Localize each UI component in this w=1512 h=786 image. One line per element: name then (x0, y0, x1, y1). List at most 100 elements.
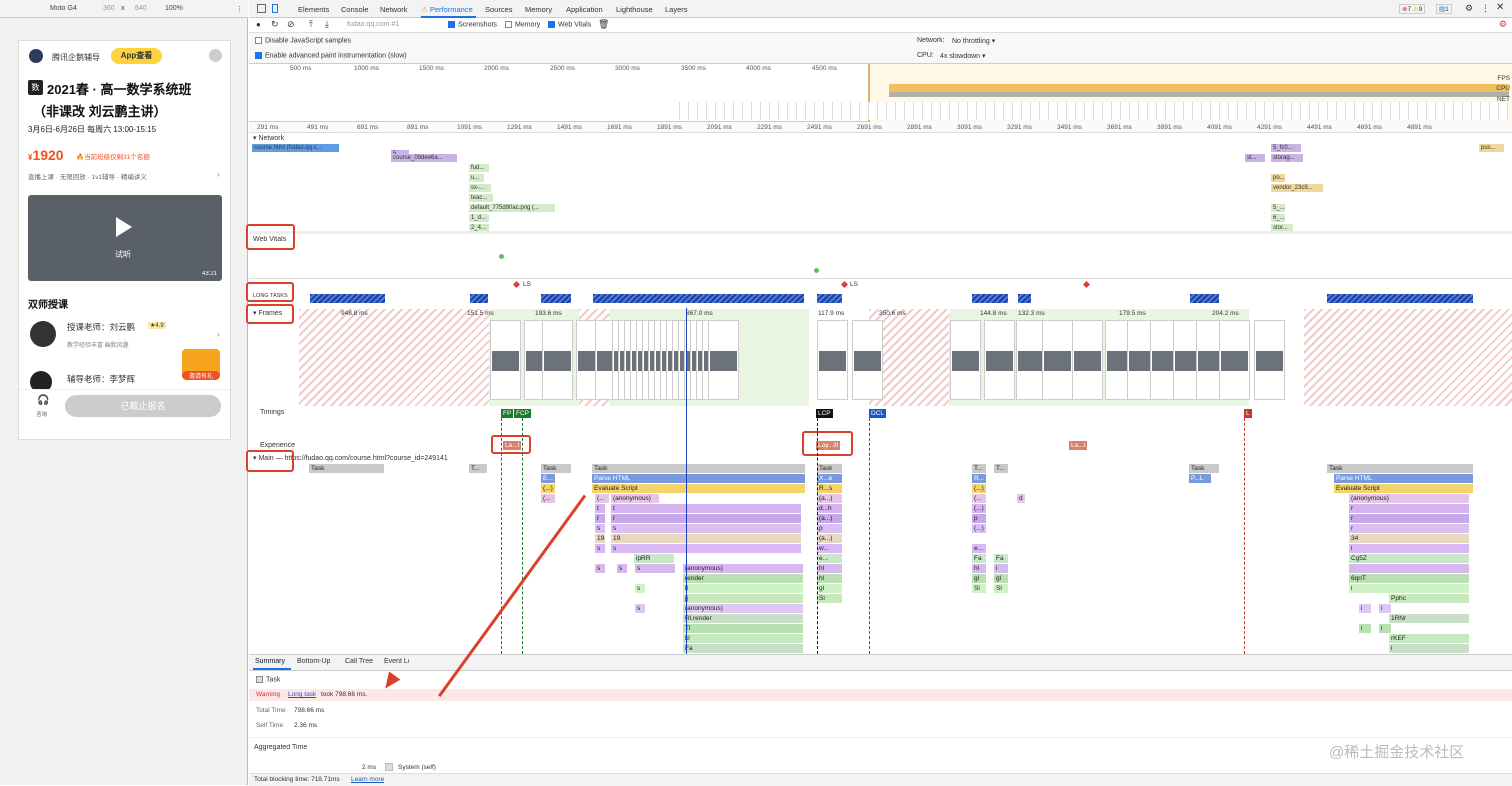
flame-entry[interactable]: Fa (994, 554, 1008, 563)
advanced-paint-checkbox[interactable]: Enable advanced paint instrumentation (s… (255, 52, 407, 59)
network-throttle-select[interactable]: No throttling ▾ (952, 37, 995, 45)
flame-entry[interactable]: R... (972, 474, 986, 483)
task-bar[interactable]: T... (469, 464, 487, 473)
flame-entry[interactable]: R...s (817, 484, 842, 493)
frame-screenshot[interactable] (1072, 320, 1103, 400)
network-request[interactable]: storag... (1271, 154, 1303, 162)
flame-entry[interactable]: hl (817, 564, 842, 573)
video-player[interactable]: 试听 43:21 (28, 195, 222, 281)
flame-entry[interactable] (1349, 564, 1469, 573)
dropped-frames[interactable] (299, 309, 489, 406)
tab-performance[interactable]: ⚠ Performance (421, 5, 473, 14)
tab-event-log[interactable]: Event Log (384, 658, 409, 665)
long-task-bar[interactable] (1327, 294, 1473, 303)
recording-select[interactable]: fudao.qq.com #1 (347, 21, 439, 28)
tab-summary[interactable]: Summary (255, 658, 285, 665)
network-request[interactable]: u... (469, 174, 484, 182)
task-bar[interactable]: T... (972, 464, 986, 473)
flame-entry[interactable]: i (994, 564, 1008, 573)
lcp-marker[interactable]: LCP (816, 409, 833, 418)
flame-entry[interactable]: Pphc (1389, 594, 1469, 603)
tab-lighthouse[interactable]: Lighthouse (616, 5, 653, 14)
cpu-throttle-select[interactable]: 4x slowdown ▾ (940, 52, 986, 60)
tab-bottom-up[interactable]: Bottom-Up (297, 658, 330, 665)
flame-entry[interactable]: (anonymous) (611, 494, 659, 503)
flame-entry[interactable]: i (1359, 624, 1371, 633)
network-request[interactable]: sx-... (469, 184, 491, 192)
long-task-link[interactable]: Long task (288, 691, 316, 698)
task-bar[interactable]: Task (541, 464, 571, 473)
tab-call-tree[interactable]: Call Tree (345, 658, 373, 665)
flame-entry[interactable]: s (595, 564, 605, 573)
flame-entry[interactable]: Parse HTML (1334, 474, 1473, 483)
network-request[interactable]: vendor_23c9... (1271, 184, 1323, 192)
trash-icon[interactable]: 🗑 (598, 19, 609, 30)
flame-entry[interactable]: i (1379, 604, 1391, 613)
disable-js-checkbox[interactable]: Disable JavaScript samples (255, 37, 351, 44)
gear-icon[interactable]: ⚙ (1465, 3, 1473, 14)
flame-entry[interactable]: 19 (611, 534, 801, 543)
flame-entry[interactable]: gl (994, 574, 1008, 583)
network-request[interactable]: course_09dee6a... (391, 154, 457, 162)
enroll-button[interactable]: 已截止报名 (65, 395, 221, 417)
clear-icon[interactable]: ⊘ (287, 19, 295, 30)
tab-application[interactable]: Application (566, 5, 603, 14)
network-request[interactable]: fud... (469, 164, 489, 172)
load-marker[interactable]: L (1244, 409, 1252, 418)
flame-entry[interactable]: r (1349, 524, 1469, 533)
network-request[interactable]: course.html (fudao.qq.c... (252, 144, 339, 152)
network-request[interactable]: st... (1245, 154, 1265, 162)
flame-entry[interactable]: Fa (683, 644, 803, 653)
reload-icon[interactable]: ↻ (271, 19, 279, 30)
network-request[interactable]: 5_fc0... (1271, 144, 1301, 152)
flame-entry[interactable]: ll (683, 584, 803, 593)
flame-entry[interactable]: E... (541, 474, 555, 483)
info-counter[interactable]: ▤1 (1436, 4, 1452, 14)
long-task-bar[interactable] (817, 294, 842, 303)
network-request[interactable]: 1_d... (469, 214, 489, 222)
frame-screenshot[interactable] (950, 320, 981, 400)
flame-entry[interactable]: (anonymous) (1349, 494, 1469, 503)
flame-entry[interactable]: 6qnT (1349, 574, 1469, 583)
flame-entry[interactable]: rKEF (1389, 634, 1469, 643)
flame-entry[interactable]: render (683, 574, 803, 583)
flame-entry[interactable]: (... (972, 494, 986, 503)
upload-icon[interactable]: ⤒ (309, 19, 313, 30)
flame-entry[interactable]: r (1349, 514, 1469, 523)
fp-marker[interactable]: FP (501, 409, 514, 418)
device-height[interactable]: 640 (135, 5, 147, 12)
layout-shift-bar[interactable]: La...t (1069, 441, 1088, 450)
headset-icon[interactable]: 🎧 (37, 395, 49, 406)
flame-entry[interactable]: jj (683, 594, 803, 603)
flame-entry[interactable]: (a...) (817, 534, 842, 543)
screenshots-checkbox[interactable]: Screenshots (448, 21, 497, 28)
long-task-bar[interactable] (593, 294, 804, 303)
long-task-bar[interactable] (972, 294, 1008, 303)
app-open-button[interactable]: App查看 (111, 48, 162, 64)
flame-entry[interactable]: Evaluate Script (1334, 484, 1473, 493)
flame-entry[interactable]: i (1389, 644, 1469, 653)
flame-entry[interactable]: s (611, 524, 801, 533)
flame-entry[interactable]: (... (595, 494, 609, 503)
flame-entry[interactable]: X...e (817, 474, 842, 483)
flame-entry[interactable]: r (611, 514, 801, 523)
network-request[interactable]: teac... (469, 194, 493, 202)
flame-entry[interactable]: i (1349, 544, 1469, 553)
device-toggle-icon[interactable] (272, 4, 278, 13)
flame-entry[interactable]: (a...) (817, 494, 842, 503)
flame-entry[interactable]: 19 (595, 534, 605, 543)
flame-entry[interactable]: s (611, 544, 801, 553)
record-icon[interactable]: ● (256, 20, 261, 29)
device-select[interactable]: Moto G4 (50, 5, 77, 12)
flame-entry[interactable]: e... (972, 544, 986, 553)
frame-screenshot[interactable] (852, 320, 883, 400)
network-request[interactable]: 6_... (1271, 214, 1285, 222)
flame-entry[interactable]: ipRR (634, 554, 674, 563)
frame-screenshot[interactable] (542, 320, 573, 400)
timeline-overview[interactable]: 500 ms 1000 ms 1500 ms 2000 ms 2500 ms 3000 m… (249, 64, 1512, 122)
flame-entry[interactable]: w... (817, 544, 842, 553)
frame-screenshot[interactable] (984, 320, 1015, 400)
chevron-right-icon[interactable]: › (217, 329, 220, 339)
dropped-frames[interactable] (1304, 309, 1512, 406)
long-task-bar[interactable] (310, 294, 385, 303)
